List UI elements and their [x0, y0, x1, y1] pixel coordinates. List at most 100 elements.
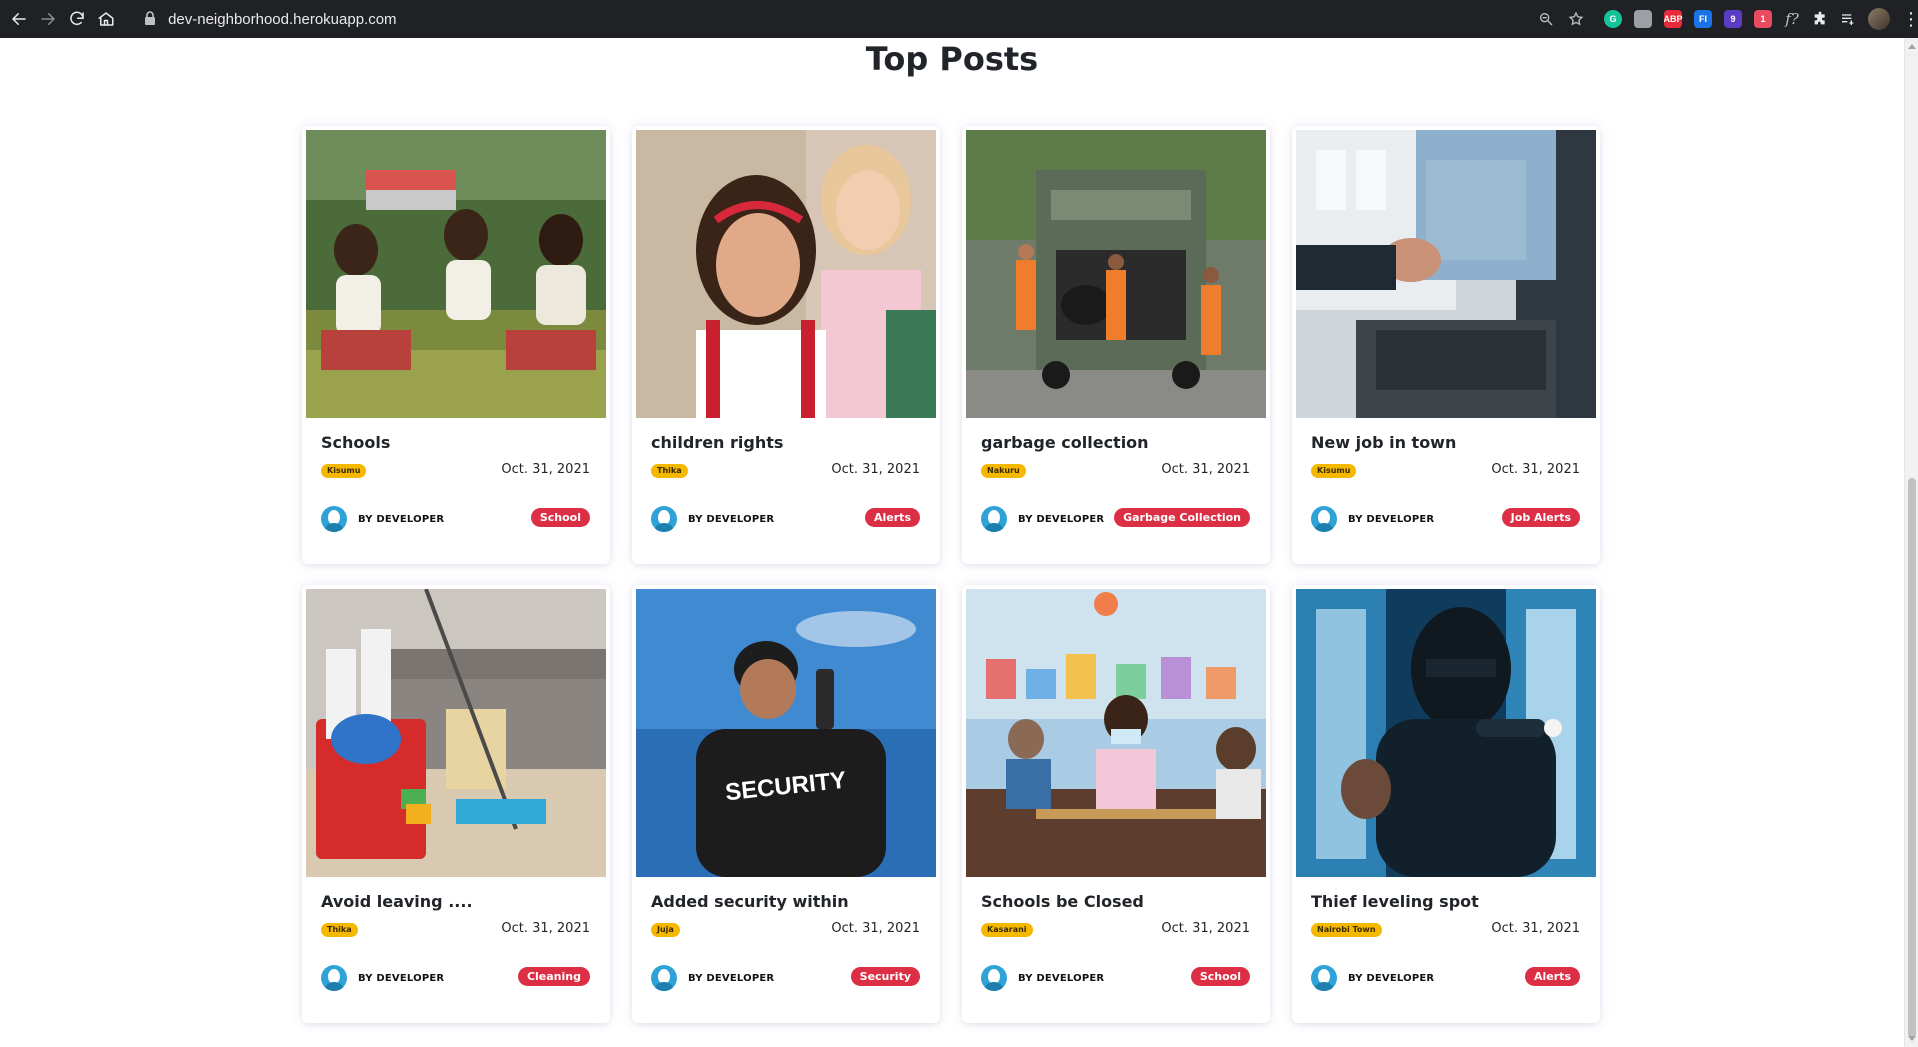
author-info: BY DEVELOPER [1311, 965, 1434, 991]
forward-arrow-icon [40, 13, 55, 25]
post-date: Oct. 31, 2021 [1491, 921, 1580, 936]
grammarly-extension-icon[interactable]: G [1604, 10, 1623, 28]
extensions-bar: G ABP FI 9 1 [1604, 10, 1773, 28]
location-badge: Juja [651, 923, 680, 937]
post-card[interactable]: Schools Kisumu Oct. 31, 2021 BY DEVELOPE… [302, 126, 610, 564]
forward-button[interactable] [33, 0, 62, 38]
adblock-extension-icon[interactable]: ABP [1664, 10, 1683, 28]
author-info: BY DEVELOPER [1311, 506, 1434, 532]
ext-red-extension-icon[interactable]: 1 [1754, 10, 1773, 28]
author-name: BY DEVELOPER [358, 513, 445, 525]
author-name: BY DEVELOPER [688, 972, 775, 984]
post-date: Oct. 31, 2021 [501, 462, 590, 477]
page-scrollbar[interactable] [1904, 38, 1918, 1047]
location-badge: Nakuru [981, 464, 1026, 478]
category-badge[interactable]: Alerts [865, 508, 920, 527]
author-name: BY DEVELOPER [1348, 513, 1435, 525]
page-title: Top Posts [865, 40, 1039, 78]
bookmark-star-icon[interactable] [1568, 11, 1584, 27]
post-title[interactable]: Schools be Closed [981, 892, 1144, 911]
reload-button[interactable] [62, 0, 91, 38]
ext-fi-extension-icon[interactable]: FI [1694, 10, 1713, 28]
post-image-cleaning-supplies-bucket[interactable] [306, 589, 606, 877]
author-avatar-icon [321, 506, 347, 532]
author-name: BY DEVELOPER [1018, 513, 1105, 525]
post-title[interactable]: Added security within [651, 892, 849, 911]
zoom-icon[interactable] [1538, 11, 1554, 27]
author-avatar-icon [1311, 506, 1337, 532]
post-image-children-playing-outdoors[interactable] [306, 130, 606, 418]
post-card[interactable]: New job in town Kisumu Oct. 31, 2021 BY … [1292, 126, 1600, 564]
category-badge[interactable]: Job Alerts [1501, 508, 1580, 527]
url-text[interactable]: dev-neighborhood.herokuapp.com [168, 11, 397, 28]
author-name: BY DEVELOPER [358, 972, 445, 984]
location-badge: Thika [651, 464, 688, 478]
author-info: BY DEVELOPER [981, 506, 1104, 532]
author-info: BY DEVELOPER [321, 965, 444, 991]
post-title[interactable]: Avoid leaving .... [321, 892, 473, 911]
home-icon [98, 12, 114, 26]
post-date: Oct. 31, 2021 [1491, 462, 1580, 477]
post-title[interactable]: Schools [321, 433, 390, 452]
category-badge[interactable]: School [1190, 967, 1250, 986]
author-info: BY DEVELOPER [981, 965, 1104, 991]
profile-avatar[interactable] [1868, 8, 1891, 30]
category-badge[interactable]: Cleaning [517, 967, 590, 986]
address-bar[interactable]: dev-neighborhood.herokuapp.com [136, 4, 1593, 34]
home-button[interactable] [91, 0, 120, 38]
post-date: Oct. 31, 2021 [1161, 462, 1250, 477]
post-image-burglar-with-flashlight[interactable] [1296, 589, 1596, 877]
location-badge: Kasarani [981, 923, 1033, 937]
ext-gray-extension-icon[interactable] [1634, 10, 1653, 28]
category-badge[interactable]: Security [850, 967, 920, 986]
post-card[interactable]: garbage collection Nakuru Oct. 31, 2021 … [962, 126, 1270, 564]
post-date: Oct. 31, 2021 [831, 921, 920, 936]
location-badge: Thika [321, 923, 358, 937]
post-card[interactable]: Avoid leaving .... Thika Oct. 31, 2021 B… [302, 585, 610, 1023]
lock-icon [144, 10, 156, 29]
formula-icon[interactable]: f? [1784, 10, 1800, 28]
post-title[interactable]: children rights [651, 433, 783, 452]
back-arrow-icon [11, 13, 26, 25]
post-image-business-handshake[interactable] [1296, 130, 1596, 418]
author-info: BY DEVELOPER [321, 506, 444, 532]
scroll-up-icon[interactable] [1908, 44, 1916, 49]
scroll-down-icon[interactable] [1908, 1036, 1916, 1041]
post-title[interactable]: garbage collection [981, 433, 1149, 452]
post-card[interactable]: SECURITY Added security within Juja Oct.… [632, 585, 940, 1023]
post-title[interactable]: New job in town [1311, 433, 1456, 452]
post-title[interactable]: Thief leveling spot [1311, 892, 1479, 911]
ext-purple-extension-icon[interactable]: 9 [1724, 10, 1743, 28]
back-button[interactable] [4, 0, 33, 38]
post-card[interactable]: Schools be Closed Kasarani Oct. 31, 2021… [962, 585, 1270, 1023]
location-badge: Kisumu [1311, 464, 1357, 478]
post-image-smiling-schoolgirls[interactable] [636, 130, 936, 418]
location-badge: Nairobi Town [1311, 923, 1382, 937]
menu-kebab-icon[interactable]: ⋮ [1902, 9, 1918, 30]
category-badge[interactable]: Alerts [1525, 967, 1580, 986]
location-badge: Kisumu [321, 464, 367, 478]
browser-toolbar: dev-neighborhood.herokuapp.com G ABP FI 9 1 … [0, 0, 1918, 38]
author-name: BY DEVELOPER [688, 513, 775, 525]
post-date: Oct. 31, 2021 [831, 462, 920, 477]
post-image-security-guard-radio[interactable]: SECURITY [636, 589, 936, 877]
post-image-garbage-truck-workers[interactable] [966, 130, 1266, 418]
author-info: BY DEVELOPER [651, 506, 774, 532]
reload-icon [69, 11, 84, 26]
puzzle-extensions-icon[interactable] [1812, 11, 1828, 27]
author-avatar-icon [651, 965, 677, 991]
post-card[interactable]: children rights Thika Oct. 31, 2021 BY D… [632, 126, 940, 564]
post-image-masked-kids-classroom[interactable] [966, 589, 1266, 877]
category-badge[interactable]: Garbage Collection [1114, 508, 1250, 527]
author-name: BY DEVELOPER [1018, 972, 1105, 984]
post-date: Oct. 31, 2021 [501, 921, 590, 936]
author-avatar-icon [981, 506, 1007, 532]
scroll-thumb[interactable] [1908, 478, 1916, 1038]
post-card[interactable]: Thief leveling spot Nairobi Town Oct. 31… [1292, 585, 1600, 1023]
category-badge[interactable]: School [530, 508, 590, 527]
post-date: Oct. 31, 2021 [1161, 921, 1250, 936]
author-name: BY DEVELOPER [1348, 972, 1435, 984]
author-info: BY DEVELOPER [651, 965, 774, 991]
reading-list-icon[interactable] [1840, 11, 1856, 27]
author-avatar-icon [1311, 965, 1337, 991]
